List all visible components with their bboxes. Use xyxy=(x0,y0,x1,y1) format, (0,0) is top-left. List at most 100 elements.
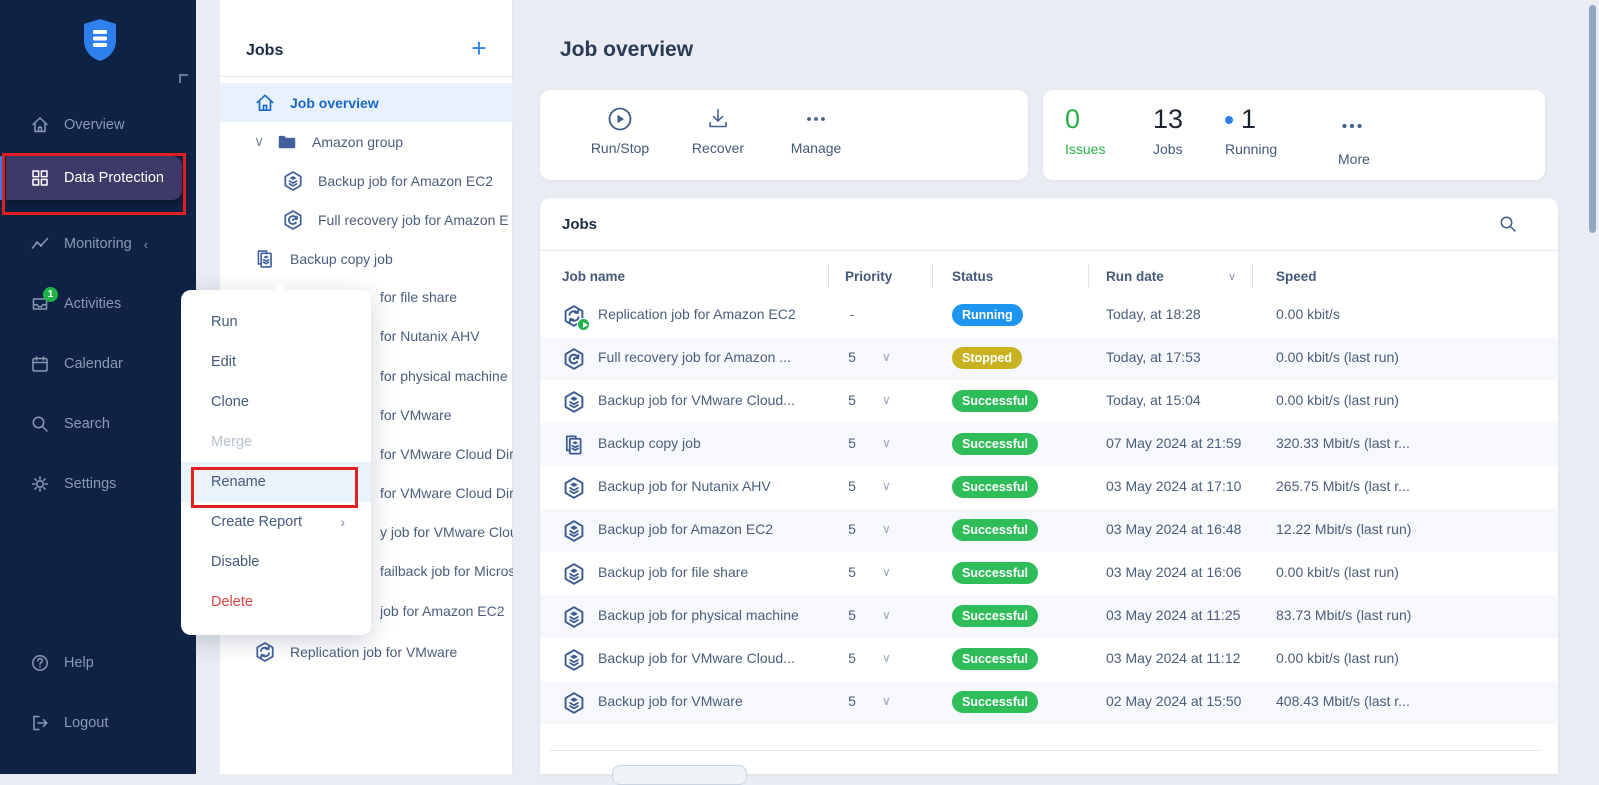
menu-item-delete[interactable]: Delete xyxy=(181,582,371,622)
priority-dropdown-icon[interactable]: ∨ xyxy=(882,436,891,450)
toolbar-button-label: Recover xyxy=(692,140,744,156)
priority-dropdown-icon[interactable]: ∨ xyxy=(882,522,891,536)
priority-dropdown-icon[interactable]: ∨ xyxy=(882,608,891,622)
sidebar-item-data-protection[interactable]: Data Protection xyxy=(6,156,182,200)
status-badge: Stopped xyxy=(952,347,1022,369)
backup-copy-icon xyxy=(562,433,586,457)
menu-item-rename[interactable]: Rename xyxy=(181,462,371,502)
sidebar-item-label: Calendar xyxy=(64,356,123,372)
tree-item-backup-copy-job[interactable]: Backup copy job xyxy=(254,239,393,278)
menu-item-create-report[interactable]: Create Report› xyxy=(181,502,371,542)
priority-dropdown-icon[interactable]: ∨ xyxy=(882,651,891,665)
column-header-speed[interactable]: Speed xyxy=(1276,269,1317,284)
menu-item-clone[interactable]: Clone xyxy=(181,382,371,422)
table-row[interactable]: Backup job for VMware Cloud...5∨Successf… xyxy=(540,638,1558,681)
pagination-button-partial[interactable] xyxy=(612,765,747,785)
table-row[interactable]: Backup job for VMware Cloud...5∨Successf… xyxy=(540,380,1558,423)
stat-issues[interactable]: 0Issues xyxy=(1065,104,1105,157)
tree-item-occluded[interactable]: y job for VMware Cloud xyxy=(380,524,513,540)
tree-item-occluded[interactable]: for physical machine xyxy=(380,368,508,384)
priority-dropdown-icon[interactable]: ∨ xyxy=(882,393,891,407)
collapse-panel-icon[interactable] xyxy=(179,74,188,83)
menu-item-run[interactable]: Run xyxy=(181,302,371,342)
backup-job-icon xyxy=(282,170,304,192)
speed-cell: 0.00 kbit/s (last run) xyxy=(1276,349,1506,365)
tree-item-backup-job-for-amazon-ec2[interactable]: Backup job for Amazon EC2 xyxy=(282,161,493,200)
toolbar-button-label: Manage xyxy=(791,140,842,156)
manage-button[interactable]: Manage xyxy=(771,106,861,156)
sidebar-item-logout[interactable]: Logout xyxy=(0,701,196,745)
jobs-panel-header: Jobs + xyxy=(220,0,512,77)
table-row[interactable]: Backup job for Amazon EC25∨Successful03 … xyxy=(540,509,1558,552)
chevron-down-icon[interactable]: ∨ xyxy=(254,133,266,150)
priority-dropdown-icon[interactable]: ∨ xyxy=(882,479,891,493)
chevron-left-icon[interactable]: ‹ xyxy=(144,237,148,252)
sort-chevron-icon[interactable]: ∨ xyxy=(1228,270,1236,283)
tree-item-occluded[interactable]: job for Amazon EC2 xyxy=(380,603,505,619)
recover-button[interactable]: Recover xyxy=(673,106,763,156)
job-context-menu: RunEditCloneMergeRenameCreate Report›Dis… xyxy=(181,290,371,635)
sidebar-item-label: Monitoring xyxy=(64,236,132,252)
job-name-cell[interactable]: Backup copy job xyxy=(598,435,836,451)
job-name-cell[interactable]: Backup job for VMware xyxy=(598,693,836,709)
job-name-cell[interactable]: Backup job for Amazon EC2 xyxy=(598,521,836,537)
tree-item-full-recovery-job-for-amazon-e[interactable]: Full recovery job for Amazon E xyxy=(282,200,509,239)
table-row[interactable]: Backup job for VMware5∨Successful02 May … xyxy=(540,681,1558,724)
table-row[interactable]: Backup job for Nutanix AHV5∨Successful03… xyxy=(540,466,1558,509)
jobs-panel-title: Jobs xyxy=(246,42,283,60)
stat-running[interactable]: 1Running xyxy=(1225,104,1277,157)
tree-item-occluded[interactable]: for file share xyxy=(380,289,457,305)
sidebar-item-overview[interactable]: Overview xyxy=(0,103,196,147)
divider xyxy=(540,250,1558,251)
running-play-badge-icon xyxy=(577,318,590,331)
tree-item-occluded[interactable]: for Nutanix AHV xyxy=(380,328,480,344)
stat-jobs[interactable]: 13Jobs xyxy=(1153,104,1183,157)
sidebar-item-calendar[interactable]: Calendar xyxy=(0,342,196,386)
priority-dropdown-icon[interactable]: ∨ xyxy=(882,694,891,708)
column-header-job-name[interactable]: Job name xyxy=(562,269,625,284)
tree-item-occluded[interactable]: for VMware Cloud Dire xyxy=(380,485,513,501)
table-row[interactable]: Backup copy job5∨Successful07 May 2024 a… xyxy=(540,423,1558,466)
tree-item-occluded[interactable]: for VMware xyxy=(380,407,452,423)
menu-item-label: Create Report xyxy=(211,514,302,530)
run-date-cell: 03 May 2024 at 11:12 xyxy=(1106,650,1240,666)
menu-item-label: Clone xyxy=(211,394,249,410)
table-row[interactable]: Full recovery job for Amazon ...5∨Stoppe… xyxy=(540,337,1558,380)
tree-item-replication-job-for-vmware[interactable]: Replication job for VMware xyxy=(254,632,457,671)
tree-item-amazon-group[interactable]: ∨Amazon group xyxy=(254,122,403,161)
sidebar-item-monitoring[interactable]: Monitoring ‹ xyxy=(0,222,196,266)
search-icon[interactable] xyxy=(1498,214,1518,234)
priority-cell: 5 xyxy=(840,564,864,580)
job-name-cell[interactable]: Backup job for Nutanix AHV xyxy=(598,478,836,494)
status-badge: Successful xyxy=(952,433,1038,455)
job-name-cell[interactable]: Replication job for Amazon EC2 xyxy=(598,306,836,322)
menu-item-disable[interactable]: Disable xyxy=(181,542,371,582)
tree-item-job-overview[interactable]: Job overview xyxy=(220,83,513,122)
priority-dropdown-icon[interactable]: ∨ xyxy=(882,565,891,579)
sidebar-item-help[interactable]: Help xyxy=(0,641,196,685)
logout-icon xyxy=(30,713,50,733)
job-name-cell[interactable]: Backup job for VMware Cloud... xyxy=(598,392,836,408)
tree-item-occluded[interactable]: for VMware Cloud Dire xyxy=(380,446,513,462)
job-name-cell[interactable]: Backup job for physical machine xyxy=(598,607,836,623)
column-header-run-date[interactable]: Run date xyxy=(1106,269,1164,284)
sidebar-item-settings[interactable]: Settings xyxy=(0,462,196,506)
add-job-button[interactable]: + xyxy=(468,38,490,60)
table-row[interactable]: Replication job for Amazon EC2-RunningTo… xyxy=(540,294,1558,337)
sidebar-item-label: Overview xyxy=(64,117,124,133)
job-name-cell[interactable]: Backup job for file share xyxy=(598,564,836,580)
sidebar-item-activities[interactable]: 1Activities xyxy=(0,282,196,326)
table-row[interactable]: Backup job for file share5∨Successful03 … xyxy=(540,552,1558,595)
sidebar-item-search[interactable]: Search xyxy=(0,402,196,446)
stat-more[interactable]: More xyxy=(1338,104,1370,167)
vertical-scrollbar[interactable] xyxy=(1589,5,1596,233)
job-name-cell[interactable]: Backup job for VMware Cloud... xyxy=(598,650,836,666)
priority-dropdown-icon[interactable]: ∨ xyxy=(882,350,891,364)
column-header-priority[interactable]: Priority xyxy=(845,269,892,284)
menu-item-edit[interactable]: Edit xyxy=(181,342,371,382)
column-header-status[interactable]: Status xyxy=(952,269,993,284)
table-row[interactable]: Backup job for physical machine5∨Success… xyxy=(540,595,1558,638)
run-stop-button[interactable]: Run/Stop xyxy=(575,106,665,156)
tree-item-occluded[interactable]: failback job for Microso xyxy=(380,563,513,579)
job-name-cell[interactable]: Full recovery job for Amazon ... xyxy=(598,349,836,365)
